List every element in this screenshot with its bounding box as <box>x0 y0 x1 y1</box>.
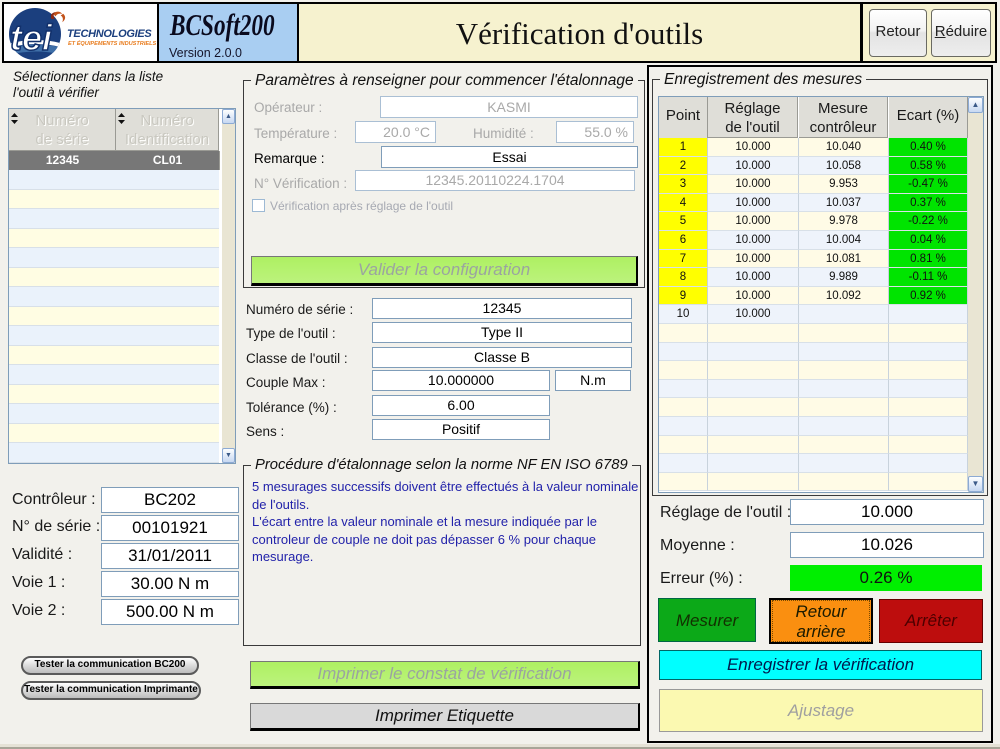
svg-text:tei: tei <box>10 17 53 58</box>
svg-text:ET ÉQUIPEMENTS INDUSTRIELS: ET ÉQUIPEMENTS INDUSTRIELS <box>68 39 157 47</box>
svg-text:TECHNOLOGIES: TECHNOLOGIES <box>67 28 152 40</box>
